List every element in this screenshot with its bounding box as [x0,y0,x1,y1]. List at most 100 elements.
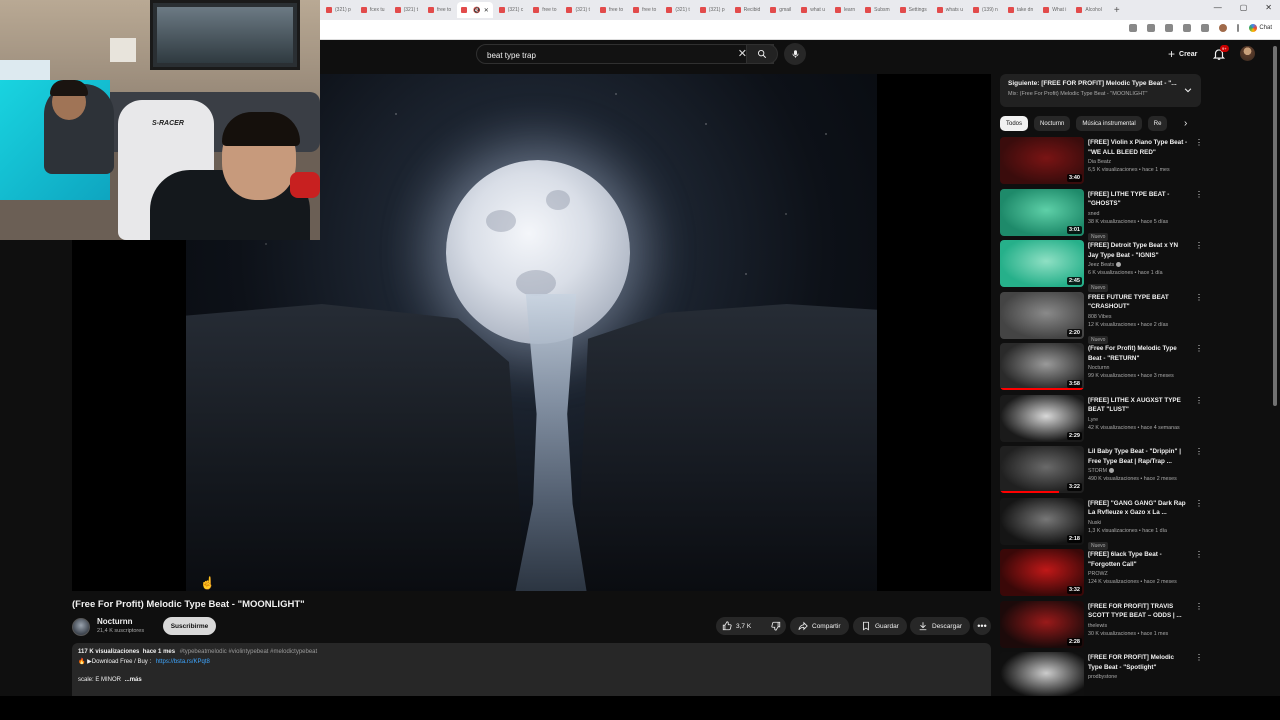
filter-chip[interactable]: Música instrumental [1076,116,1142,131]
browser-tab[interactable]: free to [596,2,627,18]
more-vertical-icon[interactable]: ⋮ [1195,551,1203,559]
browser-tab[interactable]: what u [797,2,829,18]
recommended-video[interactable]: 2:20 FREE FUTURE TYPE BEAT "CRASHOUT" 808 … [1000,291,1203,344]
recommended-video-title[interactable]: [FREE FOR PROFIT] TRAVIS SCOTT TYPE BEAT… [1088,602,1188,621]
recommended-video[interactable]: 3:22 Lil Baby Type Beat - "Drippin" | Fre… [1000,446,1203,498]
browser-tab[interactable]: learn [831,2,859,18]
search-input[interactable] [477,46,717,65]
recommended-channel-name[interactable]: Jeez Beats [1088,262,1114,268]
more-vertical-icon[interactable]: ⋮ [1195,396,1203,405]
browser-tab[interactable]: (321) t [391,2,422,18]
recommended-video-title[interactable]: [FREE] Detroit Type Beat x YN Jay Type B… [1088,241,1188,260]
recommended-video[interactable]: 2:45 [FREE] Detroit Type Beat x YN Jay Ty… [1000,240,1203,292]
more-vertical-icon[interactable]: ⋮ [1195,242,1203,250]
video-thumbnail[interactable]: 2:29 [1000,394,1084,442]
browser-tab[interactable]: (139) n [969,2,1002,18]
browser-tab[interactable]: Recibid [731,2,765,18]
up-next-mix-panel[interactable]: Siguiente: [FREE FOR PROFIT] Melodic Typ… [1000,74,1201,107]
browser-tab[interactable]: 🔇 ✕ [457,2,493,18]
create-button[interactable]: + Crear [1160,45,1205,63]
recommended-channel-name[interactable]: STORM [1088,468,1107,474]
sidebar-icon[interactable] [1183,24,1192,32]
more-actions-button[interactable]: ••• [973,617,991,635]
video-thumbnail[interactable]: 2:18 [1000,497,1084,545]
more-vertical-icon[interactable]: ⋮ [1195,293,1203,302]
recommended-channel-name[interactable]: Nuski [1088,520,1101,526]
browser-tab[interactable]: whats u [933,2,967,18]
browser-tab[interactable]: free to [424,2,455,18]
recommended-video-title[interactable]: [FREE] LITHE TYPE BEAT - "GHOSTS" [1088,190,1188,209]
recommended-video[interactable]: [FREE FOR PROFIT] Melodic Type Beat - "S… [1000,652,1203,696]
filter-chip[interactable]: Re [1147,116,1168,131]
maximize-icon[interactable]: ▢ [1240,3,1248,12]
download-link[interactable]: https://bsta.rs/KPqt8 [156,659,210,665]
description-box[interactable]: 117 K visualizaciones hace 1 mes #typebe… [72,643,991,696]
muted-speaker-icon[interactable]: 🔇 [473,7,480,14]
account-avatar[interactable] [1240,46,1255,61]
filter-chip[interactable]: Nocturnn [1034,116,1071,131]
dislike-button[interactable] [765,617,787,635]
browser-tab[interactable]: (321) c [495,2,528,18]
video-thumbnail[interactable]: 3:58 [1000,343,1084,390]
more-vertical-icon[interactable]: ⋮ [1195,190,1203,199]
more-vertical-icon[interactable]: ⋮ [1195,499,1203,508]
voice-search-button[interactable] [784,43,806,65]
translate-icon[interactable] [1129,24,1138,32]
recommended-channel-name[interactable]: PROWZ [1088,571,1108,577]
recommended-channel-name[interactable]: prodbystone [1088,674,1117,680]
browser-tab[interactable]: gmail [766,2,795,18]
recommended-video-title[interactable]: (Free For Profit) Melodic Type Beat - "R… [1088,344,1188,363]
download-button[interactable]: Descargar [910,617,970,635]
recommended-video-title[interactable]: [FREE] LITHE X AUGXST TYPE BEAT "LUST" [1088,396,1188,415]
filter-chip[interactable]: Todos [1000,116,1029,131]
more-vertical-icon[interactable]: ⋮ [1195,139,1203,147]
recommended-video-title[interactable]: [FREE FOR PROFIT] Melodic Type Beat - "S… [1088,653,1188,672]
video-thumbnail[interactable]: 3:40 [1000,137,1084,184]
recommended-channel-name[interactable]: Dia Beatz [1088,159,1111,165]
page-scrollbar[interactable] [1270,40,1280,696]
profile-icon[interactable] [1219,24,1228,32]
minimize-icon[interactable]: — [1214,3,1222,12]
browser-tab[interactable]: Subsm [861,2,894,18]
browser-tab[interactable]: free to [529,2,560,18]
recommended-channel-name[interactable]: sned [1088,211,1100,217]
subscribe-button[interactable]: Suscribirme [163,617,216,635]
more-vertical-icon[interactable]: ⋮ [1195,654,1203,662]
more-vertical-icon[interactable]: ⋮ [1195,345,1203,353]
browser-tab[interactable]: (321) t [662,2,693,18]
recommended-video-title[interactable]: [FREE] "GANG GANG" Dark Rap La Rvfleuze … [1088,499,1188,518]
show-more-link[interactable]: ...más [125,677,142,683]
close-window-icon[interactable]: ✕ [1265,3,1272,12]
recommended-video-title[interactable]: [FREE] Violin x Piano Type Beat - "WE AL… [1088,138,1188,157]
browser-tab[interactable]: (321) p [322,2,355,18]
recommended-video[interactable]: 2:18 [FREE] "GANG GANG" Dark Rap La Rvfle… [1000,497,1203,550]
browser-tab[interactable]: fcex tu [357,2,389,18]
like-button[interactable]: 3,7 K [716,617,757,635]
chevron-right-icon[interactable]: › [1184,118,1194,130]
browser-tab[interactable]: (321) t [562,2,593,18]
recommended-channel-name[interactable]: Nocturnn [1088,365,1110,371]
new-tab-button[interactable]: + [1108,5,1126,16]
recommended-video-title[interactable]: [FREE] 6lack Type Beat - "Forgotten Call… [1088,550,1188,569]
more-vertical-icon[interactable]: ⋮ [1195,448,1203,456]
browser-tab[interactable]: (321) p [696,2,729,18]
channel-name[interactable]: Nocturnn [97,617,133,626]
video-thumbnail[interactable]: 2:20 [1000,291,1084,339]
video-thumbnail[interactable]: 3:32 [1000,549,1084,596]
recommended-channel-name[interactable]: Lyre [1088,417,1098,423]
recommended-video[interactable]: 3:01 [FREE] LITHE TYPE BEAT - "GHOSTS" sne… [1000,188,1203,241]
more-vertical-icon[interactable]: ⋮ [1195,602,1203,611]
recommended-video-title[interactable]: Lil Baby Type Beat - "Drippin" | Free Ty… [1088,447,1188,466]
recommended-channel-name[interactable]: 808 Vibes [1088,314,1111,320]
share-button[interactable]: Compartir [790,617,849,635]
bookmark-icon[interactable] [1147,24,1156,32]
save-button[interactable]: Guardar [853,617,907,635]
recommended-video[interactable]: 3:40 [FREE] Violin x Piano Type Beat - "W… [1000,137,1203,189]
chat-button[interactable]: Chat [1249,24,1272,32]
browser-tab[interactable]: What i [1039,2,1070,18]
video-thumbnail[interactable] [1000,652,1084,696]
menu-icon[interactable] [1237,24,1240,32]
recommended-video[interactable]: 2:28 [FREE FOR PROFIT] TRAVIS SCOTT TYPE … [1000,600,1203,653]
hashtags[interactable]: #typebeatmelodic #violintypebeat #melodi… [180,649,317,655]
extensions-icon[interactable] [1165,24,1174,32]
